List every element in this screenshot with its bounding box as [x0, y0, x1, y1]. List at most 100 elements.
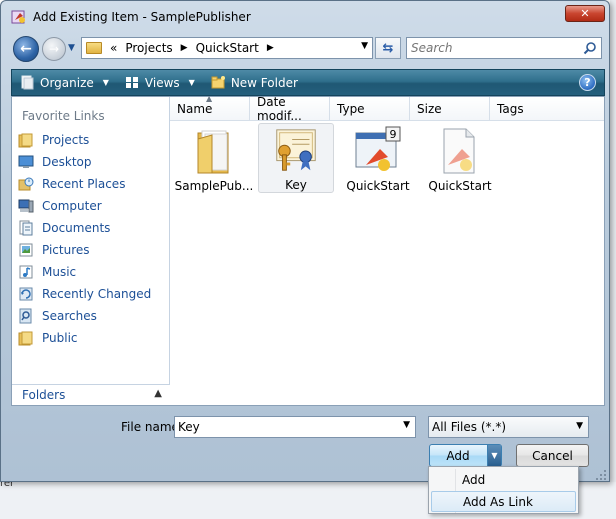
views-label: Views — [144, 75, 180, 90]
column-header-date-modified[interactable]: Date modif... — [250, 95, 330, 123]
organize-icon — [21, 75, 34, 90]
file-type-filter[interactable]: All Files (*.*) ▼ — [428, 416, 589, 438]
recently-changed-icon — [19, 287, 33, 301]
sidebar-item-pictures[interactable]: Pictures — [12, 239, 170, 261]
sidebar-item-searches[interactable]: Searches — [12, 305, 170, 327]
refresh-icon: ⇆ — [382, 40, 394, 56]
address-bar[interactable]: « Projects ▶ QuickStart ▶ ▼ — [81, 37, 373, 59]
file-item-quickstart-solution[interactable]: 9 QuickStart — [340, 123, 416, 193]
breadcrumb: « Projects ▶ QuickStart ▶ — [110, 41, 274, 55]
organize-button[interactable]: Organize ▼ — [12, 70, 117, 95]
file-label: QuickStart — [428, 179, 492, 193]
favorite-links-heading: Favorite Links — [22, 109, 105, 123]
cancel-button[interactable]: Cancel — [516, 444, 589, 467]
sidebar-item-label: Public — [42, 331, 78, 345]
folder-icon — [86, 42, 102, 54]
file-item-key[interactable]: Key — [258, 123, 334, 193]
chevron-down-icon: ▼ — [68, 43, 75, 53]
sidebar-item-music[interactable]: Music — [12, 261, 170, 283]
help-icon: ? — [584, 76, 591, 89]
command-toolbar: Organize ▼ Views ▼ New Folder ? — [11, 69, 605, 96]
visual-studio-app-icon — [11, 10, 25, 24]
background-area-right — [610, 0, 616, 482]
resize-grip-icon[interactable] — [595, 469, 607, 481]
file-label: SamplePub... — [174, 179, 254, 193]
column-label: Size — [417, 101, 442, 116]
file-name-combobox[interactable]: ▼ — [174, 416, 416, 438]
breadcrumb-overflow[interactable]: « — [110, 41, 117, 55]
folders-label: Folders — [22, 388, 66, 402]
add-existing-item-dialog: Add Existing Item - SamplePublisher ✕ ← … — [0, 0, 610, 482]
refresh-button[interactable]: ⇆ — [375, 37, 401, 59]
search-input[interactable] — [411, 40, 579, 56]
breadcrumb-quickstart[interactable]: QuickStart — [196, 41, 259, 55]
file-item-samplepublisher-folder[interactable]: SamplePub... — [174, 123, 254, 193]
breadcrumb-projects[interactable]: Projects — [125, 41, 172, 55]
column-header-type[interactable]: Type — [330, 97, 410, 120]
column-headers: ▲ Name Date modif... Type Size Tags — [170, 94, 604, 123]
sidebar-item-computer[interactable]: Computer — [12, 195, 170, 217]
views-icon — [125, 77, 138, 88]
sidebar-item-label: Pictures — [42, 243, 90, 257]
column-label: Tags — [497, 101, 524, 116]
sidebar-item-public[interactable]: Public — [12, 327, 170, 349]
folder-icon — [18, 331, 33, 346]
add-options-dropdown[interactable]: ▼ — [487, 445, 501, 466]
pictures-icon — [19, 243, 33, 257]
help-button[interactable]: ? — [579, 74, 596, 91]
folders-toggle[interactable]: Folders ▲ — [12, 384, 170, 405]
chevron-right-icon[interactable]: ▶ — [267, 43, 274, 53]
file-item-quickstart-project[interactable]: QuickStart — [422, 123, 498, 193]
sort-ascending-icon: ▲ — [206, 94, 213, 103]
arrow-right-icon: → — [48, 42, 60, 56]
arrow-left-icon: ← — [20, 41, 32, 57]
browser-content: Favorite Links Projects Desktop Recent P… — [11, 94, 605, 406]
file-name-input[interactable] — [178, 419, 388, 435]
back-button[interactable]: ← — [13, 36, 39, 62]
close-button[interactable]: ✕ — [565, 5, 605, 22]
visual-studio-solution-icon: 9 — [355, 126, 401, 171]
column-header-name[interactable]: ▲ Name — [170, 94, 250, 120]
new-folder-icon — [211, 76, 225, 89]
add-button[interactable]: Add — [430, 445, 486, 466]
column-header-size[interactable]: Size — [410, 97, 490, 120]
title-bar[interactable]: Add Existing Item - SamplePublisher ✕ — [1, 1, 611, 31]
file-type-value: All Files (*.*) — [432, 420, 507, 434]
menu-item-add-as-link[interactable]: Add As Link — [431, 491, 576, 512]
sidebar-item-recent-places[interactable]: Recent Places — [12, 173, 170, 195]
new-folder-label: New Folder — [230, 75, 298, 90]
menu-item-add[interactable]: Add — [431, 469, 576, 490]
chevron-up-icon: ▲ — [154, 388, 162, 399]
sidebar-item-documents[interactable]: Documents — [12, 217, 170, 239]
close-icon: ✕ — [580, 7, 590, 20]
address-dropdown-icon[interactable]: ▼ — [361, 41, 368, 51]
column-header-tags[interactable]: Tags — [490, 97, 604, 120]
column-label: Type — [337, 101, 365, 116]
file-label: Key — [285, 178, 307, 192]
sidebar-item-label: Searches — [42, 309, 97, 323]
forward-button[interactable]: → — [42, 37, 66, 61]
music-icon — [19, 265, 33, 279]
sidebar-item-projects[interactable]: Projects — [12, 129, 170, 151]
favorite-links-list: Projects Desktop Recent Places Computer … — [12, 129, 170, 349]
recent-places-icon — [18, 177, 34, 191]
organize-label: Organize — [40, 75, 94, 90]
computer-icon — [18, 199, 34, 213]
chevron-down-icon[interactable]: ▼ — [403, 420, 410, 430]
file-grid: SamplePub... Key 9 QuickStart QuickStart — [170, 123, 604, 193]
file-list-pane: ▲ Name Date modif... Type Size Tags Samp… — [170, 94, 604, 405]
sidebar-item-desktop[interactable]: Desktop — [12, 151, 170, 173]
sidebar-item-label: Desktop — [42, 155, 92, 169]
recent-pages-button[interactable]: ▼ — [68, 43, 78, 53]
views-button[interactable]: Views ▼ — [117, 70, 203, 95]
visual-studio-project-icon — [443, 128, 475, 174]
chevron-down-icon: ▼ — [188, 78, 195, 87]
search-icon[interactable] — [583, 41, 597, 55]
search-box[interactable] — [406, 37, 602, 59]
sidebar-item-label: Computer — [42, 199, 102, 213]
sidebar-item-recently-changed[interactable]: Recently Changed — [12, 283, 170, 305]
new-folder-button[interactable]: New Folder — [203, 70, 306, 95]
file-label: QuickStart — [346, 179, 410, 193]
sidebar-item-label: Documents — [42, 221, 111, 235]
chevron-right-icon[interactable]: ▶ — [181, 43, 188, 53]
